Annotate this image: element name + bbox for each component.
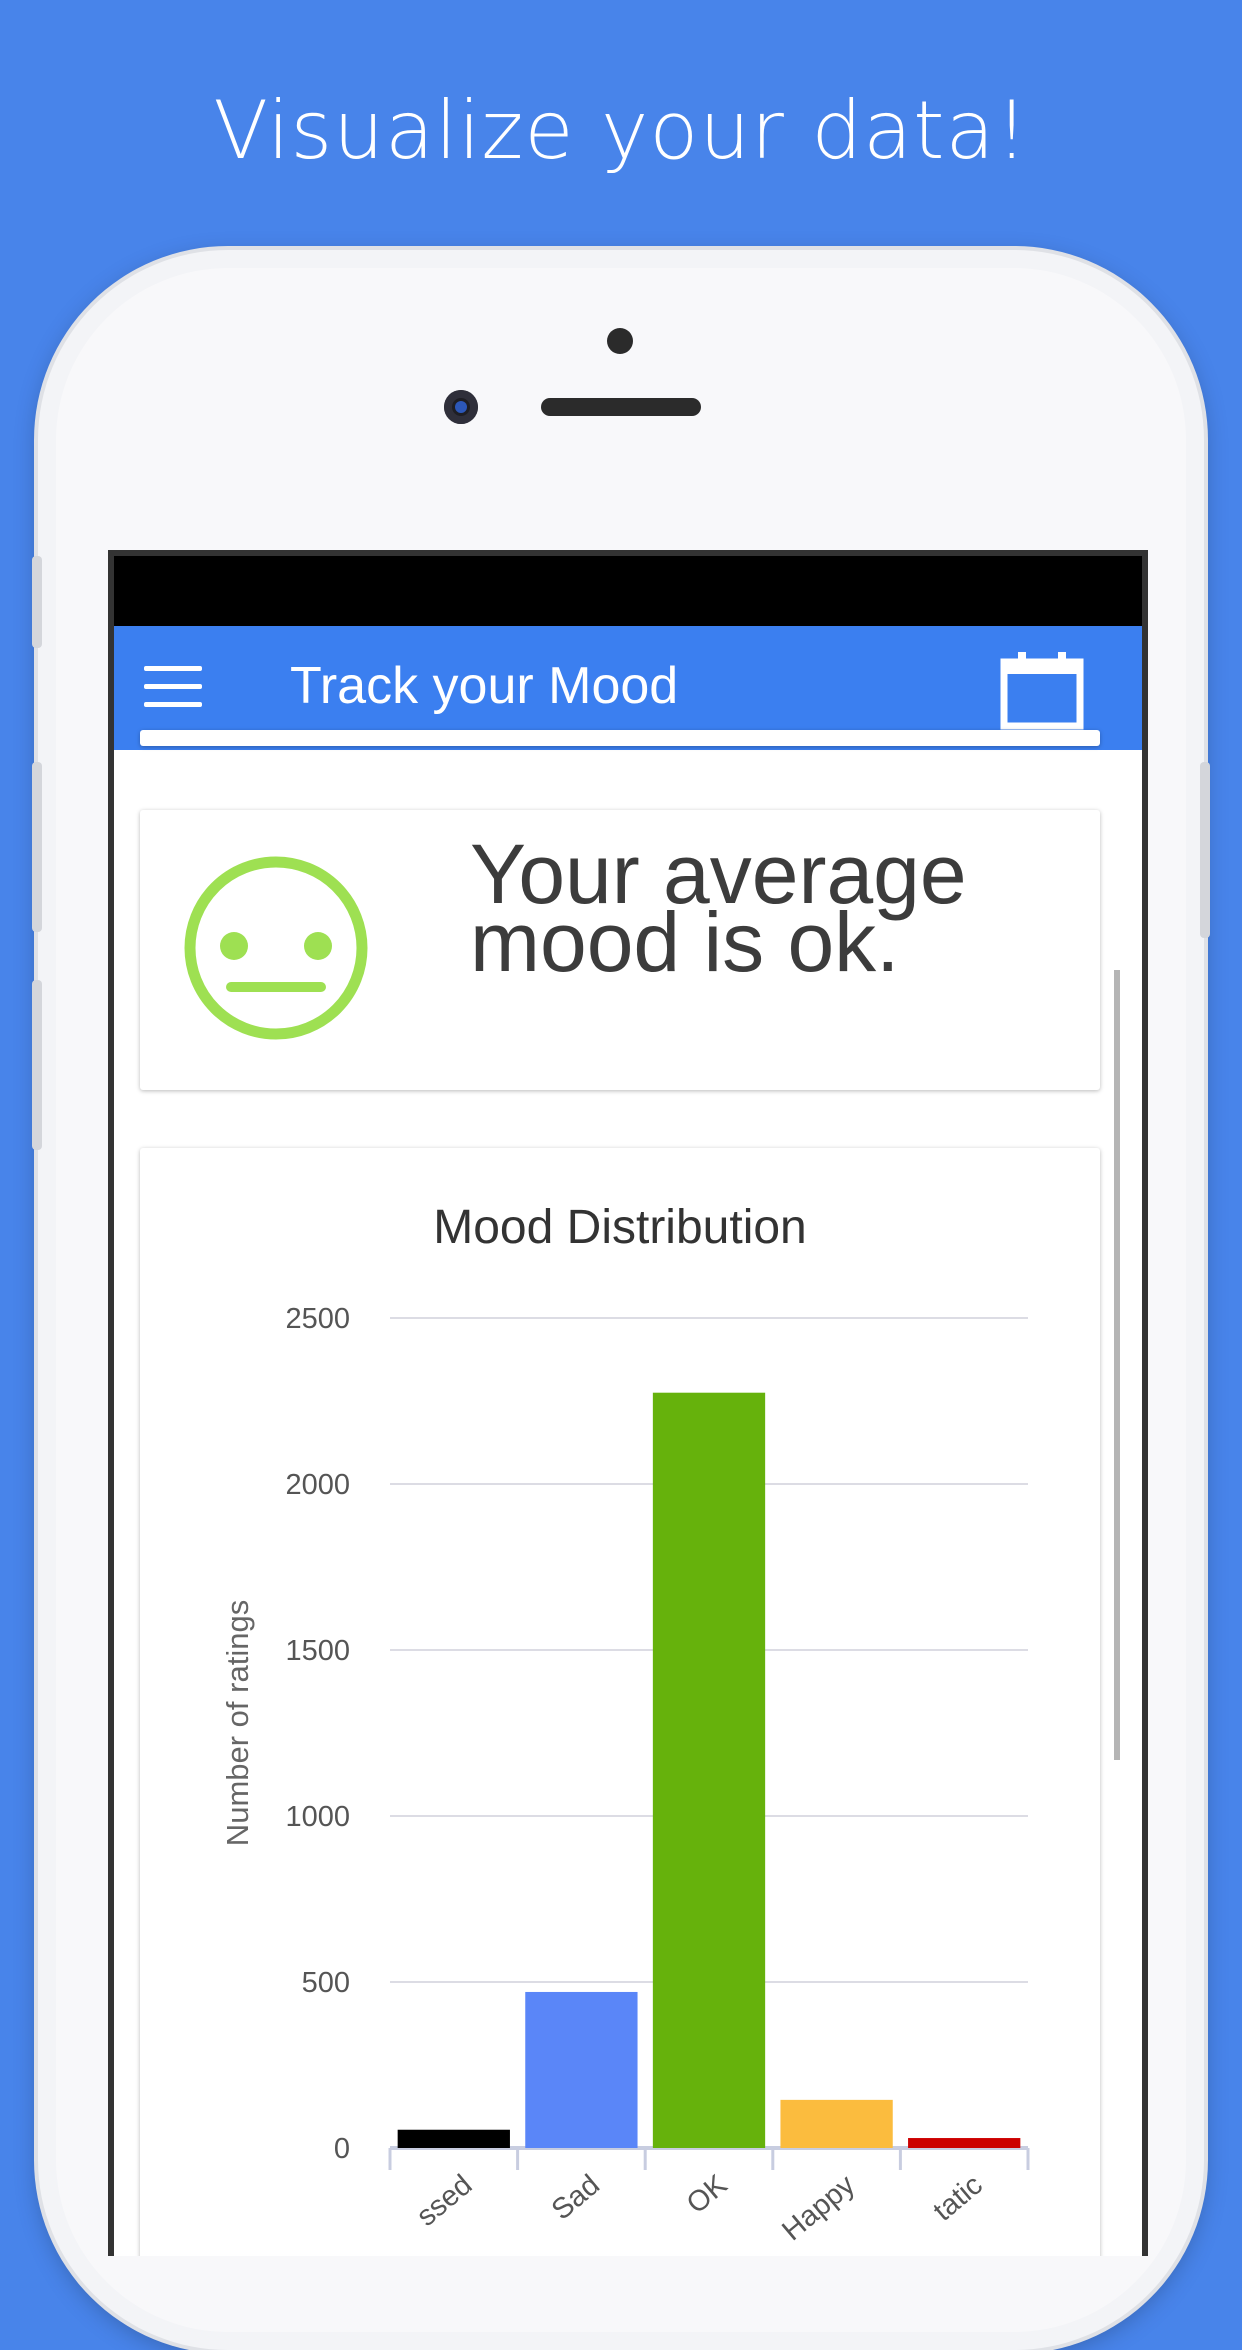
average-mood-text: Your average mood is ok. bbox=[470, 827, 967, 989]
headline: Visualize your data! bbox=[213, 84, 1029, 177]
main-content: Your average mood is ok. Mood Distributi… bbox=[114, 730, 1142, 2256]
hamburger-menu-icon[interactable] bbox=[144, 666, 202, 710]
chart-title: Mood Distribution bbox=[433, 1201, 807, 1254]
y-tick-label: 2500 bbox=[285, 1303, 350, 1335]
y-tick-label: 500 bbox=[302, 1967, 350, 1999]
bar-happy[interactable] bbox=[780, 2099, 893, 2148]
earpiece-speaker bbox=[541, 398, 701, 416]
neutral-face-icon bbox=[184, 856, 368, 1040]
x-tick-label: Sad bbox=[546, 2169, 606, 2227]
proximity-sensor bbox=[607, 328, 633, 354]
y-tick-label: 2000 bbox=[285, 1469, 350, 1501]
app-title: Track your Mood bbox=[290, 657, 679, 715]
y-axis-label: Number of ratings bbox=[220, 1600, 255, 1846]
x-tick-label: ssed bbox=[411, 2169, 479, 2233]
phone-button-power bbox=[1200, 762, 1210, 938]
x-tick-label: OK bbox=[681, 2168, 734, 2220]
x-tick-label: tatic bbox=[927, 2169, 988, 2228]
bar-sad[interactable] bbox=[525, 1991, 638, 2148]
phone-button-volume-up bbox=[32, 762, 42, 932]
bar-ok[interactable] bbox=[652, 1392, 766, 2148]
status-bar bbox=[114, 556, 1142, 626]
bar-depressed[interactable] bbox=[397, 2129, 510, 2148]
phone-button-volume-down bbox=[32, 980, 42, 1150]
mood-distribution-chart: Mood Distribution Number of ratings 0 500… bbox=[220, 1201, 1030, 2247]
app-screen: Track your Mood Your average mood is ok.… bbox=[108, 550, 1148, 2256]
average-mood-card: Your average mood is ok. bbox=[140, 810, 1100, 1090]
y-tick-label: 1500 bbox=[285, 1635, 350, 1667]
y-tick-label: 1000 bbox=[285, 1801, 350, 1833]
calendar-icon[interactable] bbox=[1000, 652, 1084, 730]
mood-distribution-card: Mood Distribution Number of ratings 0 500… bbox=[140, 1148, 1100, 2256]
front-camera bbox=[444, 390, 478, 424]
bar-ecstatic[interactable] bbox=[908, 2138, 1021, 2148]
y-tick-label: 0 bbox=[334, 2133, 350, 2165]
phone-button-mute bbox=[32, 556, 42, 648]
card-previous bbox=[140, 730, 1100, 746]
scrollbar[interactable] bbox=[1114, 970, 1120, 1760]
